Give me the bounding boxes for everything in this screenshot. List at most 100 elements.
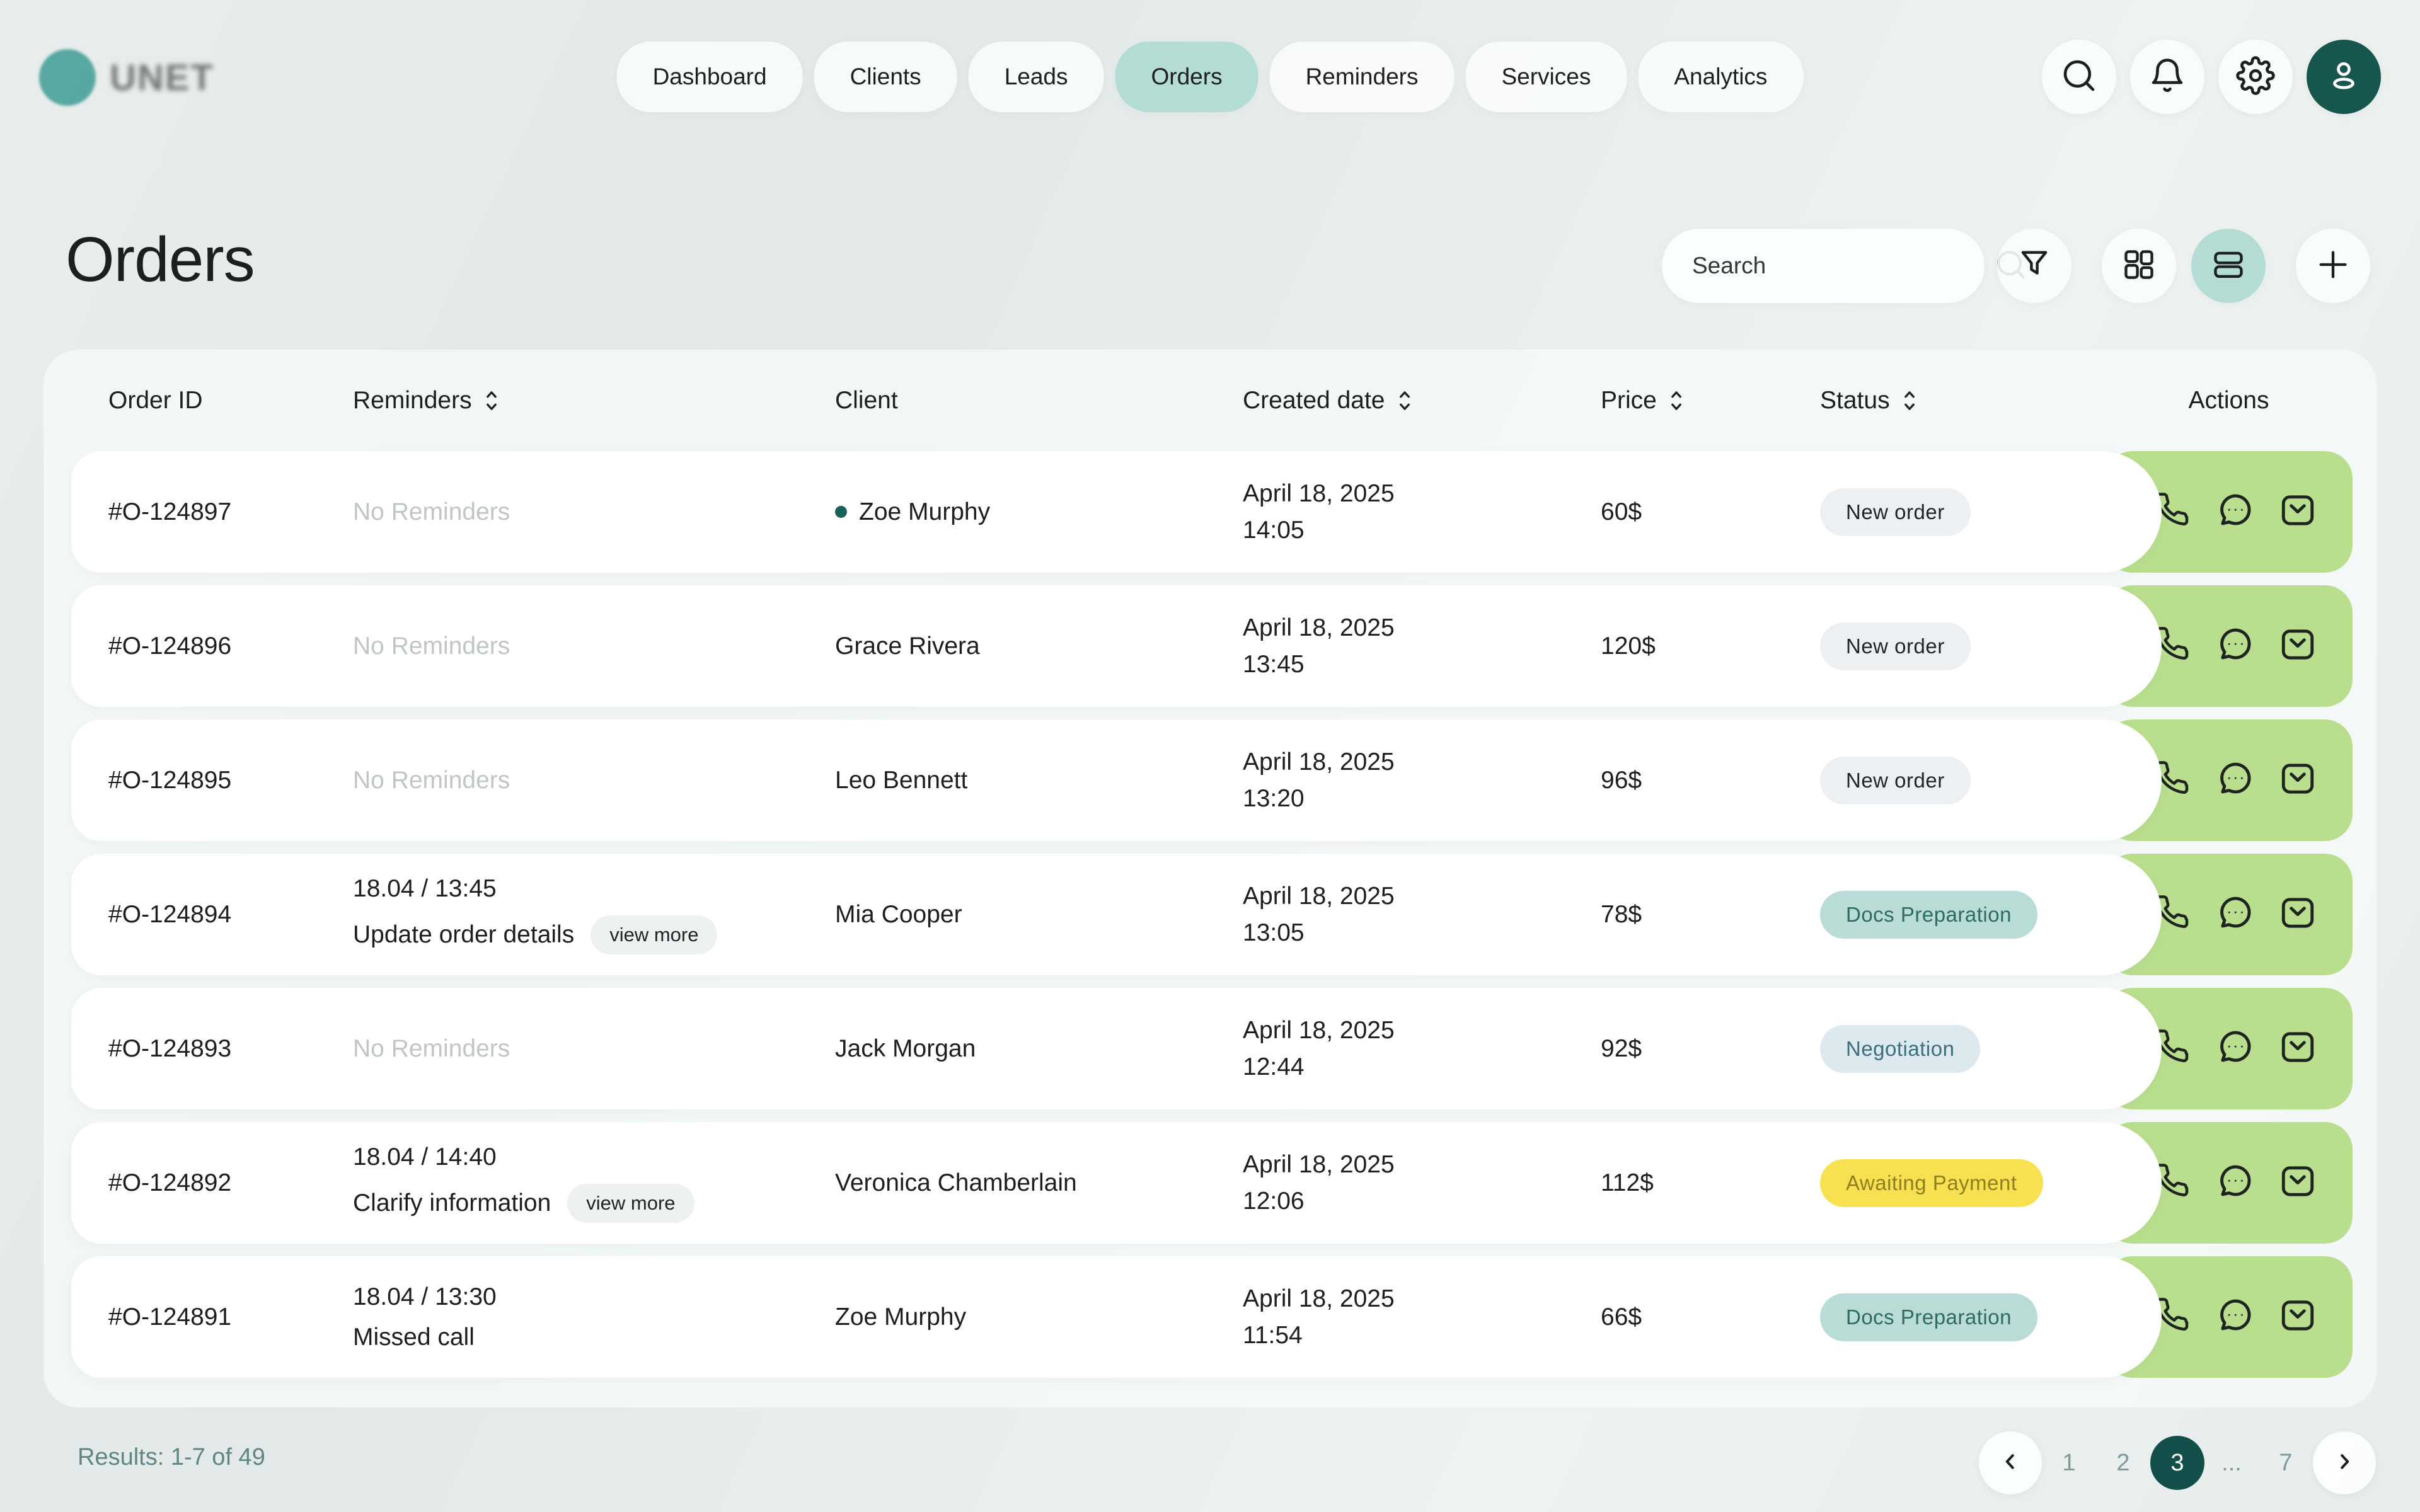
client-cell: Jack Morgan bbox=[835, 988, 976, 1109]
reminder-datetime: 18.04 / 13:45 bbox=[353, 875, 717, 903]
grid-view-icon bbox=[2121, 246, 2157, 286]
list-view-button[interactable] bbox=[2191, 229, 2266, 303]
view-more-button[interactable]: view more bbox=[567, 1184, 694, 1223]
client-cell: Mia Cooper bbox=[835, 854, 962, 975]
email-button[interactable] bbox=[2278, 1164, 2317, 1203]
reminder-none: No Reminders bbox=[353, 1035, 510, 1063]
order-row-card[interactable]: #O-124895 No Reminders Leo Bennett April… bbox=[71, 719, 2162, 841]
order-row-card[interactable]: #O-124893 No Reminders Jack Morgan April… bbox=[71, 988, 2162, 1109]
nav-item-services[interactable]: Services bbox=[1465, 42, 1627, 112]
page-button-1[interactable]: 1 bbox=[2042, 1436, 2096, 1490]
page-numbers: 123...7 bbox=[2042, 1436, 2313, 1490]
search-input[interactable] bbox=[1691, 252, 1993, 280]
add-plus-icon bbox=[2315, 246, 2351, 286]
order-id-cell: #O-124893 bbox=[108, 988, 231, 1109]
chat-button[interactable] bbox=[2216, 1029, 2255, 1068]
column-header-created-date[interactable]: Created date bbox=[1243, 387, 1414, 415]
brand-name: UNET bbox=[110, 57, 214, 99]
column-header-price[interactable]: Price bbox=[1601, 387, 1686, 415]
created-date: April 18, 2025 bbox=[1243, 748, 1395, 776]
price: 92$ bbox=[1601, 1035, 1642, 1063]
column-header-reminders[interactable]: Reminders bbox=[353, 387, 501, 415]
chat-button[interactable] bbox=[2216, 493, 2255, 532]
pagination: 123...7 bbox=[1979, 1431, 2376, 1494]
email-button[interactable] bbox=[2278, 895, 2317, 934]
mail-icon bbox=[2278, 625, 2317, 667]
reminder-line2: Missed call bbox=[353, 1324, 497, 1351]
previous-page-button[interactable] bbox=[1979, 1431, 2042, 1494]
order-row-card[interactable]: #O-124897 No Reminders Zoe Murphy April … bbox=[71, 451, 2162, 573]
created-date-cell: April 18, 2025 13:45 bbox=[1243, 585, 1395, 707]
sort-icon bbox=[1900, 389, 1919, 413]
chat-button[interactable] bbox=[2216, 895, 2255, 934]
status-badge: New order bbox=[1820, 488, 1971, 536]
order-row-card[interactable]: #O-124896 No Reminders Grace Rivera Apri… bbox=[71, 585, 2162, 707]
email-button[interactable] bbox=[2278, 1298, 2317, 1337]
chat-button[interactable] bbox=[2216, 1298, 2255, 1337]
reminder-none: No Reminders bbox=[353, 633, 510, 660]
column-header-actions: Actions bbox=[2105, 387, 2353, 415]
order-id: #O-124893 bbox=[108, 1035, 231, 1063]
filter-funnel-icon bbox=[2016, 246, 2053, 286]
notifications-button[interactable] bbox=[2130, 40, 2204, 114]
status-cell: Awaiting Payment bbox=[1820, 1122, 2043, 1244]
page-button-7[interactable]: 7 bbox=[2259, 1436, 2313, 1490]
add-order-button[interactable] bbox=[2296, 229, 2370, 303]
reminder-cell: 18.04 / 13:30 Missed call bbox=[353, 1256, 497, 1378]
created-date-cell: April 18, 2025 13:20 bbox=[1243, 719, 1395, 841]
chat-button[interactable] bbox=[2216, 761, 2255, 800]
nav-item-orders[interactable]: Orders bbox=[1115, 42, 1259, 112]
nav-item-dashboard[interactable]: Dashboard bbox=[617, 42, 803, 112]
profile-button[interactable] bbox=[2307, 40, 2381, 114]
email-button[interactable] bbox=[2278, 627, 2317, 666]
created-date-cell: April 18, 2025 11:54 bbox=[1243, 1256, 1395, 1378]
column-header-status[interactable]: Status bbox=[1820, 387, 1919, 415]
order-id: #O-124896 bbox=[108, 633, 231, 660]
created-date-cell: April 18, 2025 13:05 bbox=[1243, 854, 1395, 975]
nav-item-analytics[interactable]: Analytics bbox=[1638, 42, 1803, 112]
search-button[interactable] bbox=[2042, 40, 2116, 114]
settings-button[interactable] bbox=[2218, 40, 2293, 114]
bell-icon bbox=[2148, 56, 2187, 98]
reminder-datetime: 18.04 / 13:30 bbox=[353, 1283, 497, 1311]
order-id: #O-124891 bbox=[108, 1303, 231, 1331]
chat-button[interactable] bbox=[2216, 1164, 2255, 1203]
page-button-2[interactable]: 2 bbox=[2096, 1436, 2150, 1490]
status-cell: Docs Preparation bbox=[1820, 854, 2037, 975]
nav-item-reminders[interactable]: Reminders bbox=[1270, 42, 1455, 112]
client-cell: Zoe Murphy bbox=[835, 1256, 966, 1378]
reminder-line2: Update order details view more bbox=[353, 915, 717, 954]
chat-icon bbox=[2216, 1028, 2255, 1070]
client-cell: Zoe Murphy bbox=[835, 451, 990, 573]
client-name: Grace Rivera bbox=[835, 633, 980, 660]
order-row-card[interactable]: #O-124892 18.04 / 14:40 Clarify informat… bbox=[71, 1122, 2162, 1244]
chevron-right-icon bbox=[2333, 1450, 2356, 1476]
client-cell: Leo Bennett bbox=[835, 719, 967, 841]
email-button[interactable] bbox=[2278, 493, 2317, 532]
mail-icon bbox=[2278, 1296, 2317, 1338]
nav-item-clients[interactable]: Clients bbox=[814, 42, 957, 112]
grid-view-button[interactable] bbox=[2102, 229, 2176, 303]
chat-icon bbox=[2216, 893, 2255, 936]
chevron-left-icon bbox=[1999, 1450, 2022, 1476]
chat-icon bbox=[2216, 625, 2255, 667]
chat-button[interactable] bbox=[2216, 627, 2255, 666]
price: 96$ bbox=[1601, 767, 1642, 794]
filter-button[interactable] bbox=[1997, 229, 2071, 303]
created-time: 13:20 bbox=[1243, 785, 1395, 813]
view-more-button[interactable]: view more bbox=[591, 915, 717, 954]
email-button[interactable] bbox=[2278, 1029, 2317, 1068]
reminder-datetime: 18.04 / 14:40 bbox=[353, 1143, 694, 1171]
page-button-3[interactable]: 3 bbox=[2150, 1436, 2204, 1490]
order-row-card[interactable]: #O-124894 18.04 / 13:45 Update order det… bbox=[71, 854, 2162, 975]
order-row-card[interactable]: #O-124891 18.04 / 13:30 Missed call Zoe … bbox=[71, 1256, 2162, 1378]
mail-icon bbox=[2278, 893, 2317, 936]
orders-table: Order ID Reminders Client Created date P… bbox=[43, 350, 2377, 1407]
brand-logo[interactable]: UNET bbox=[39, 49, 214, 106]
main-nav: DashboardClientsLeadsOrdersRemindersServ… bbox=[617, 42, 1804, 112]
email-button[interactable] bbox=[2278, 761, 2317, 800]
search-icon bbox=[2060, 56, 2099, 98]
nav-item-leads[interactable]: Leads bbox=[969, 42, 1104, 112]
next-page-button[interactable] bbox=[2313, 1431, 2376, 1494]
created-time: 12:06 bbox=[1243, 1188, 1395, 1215]
